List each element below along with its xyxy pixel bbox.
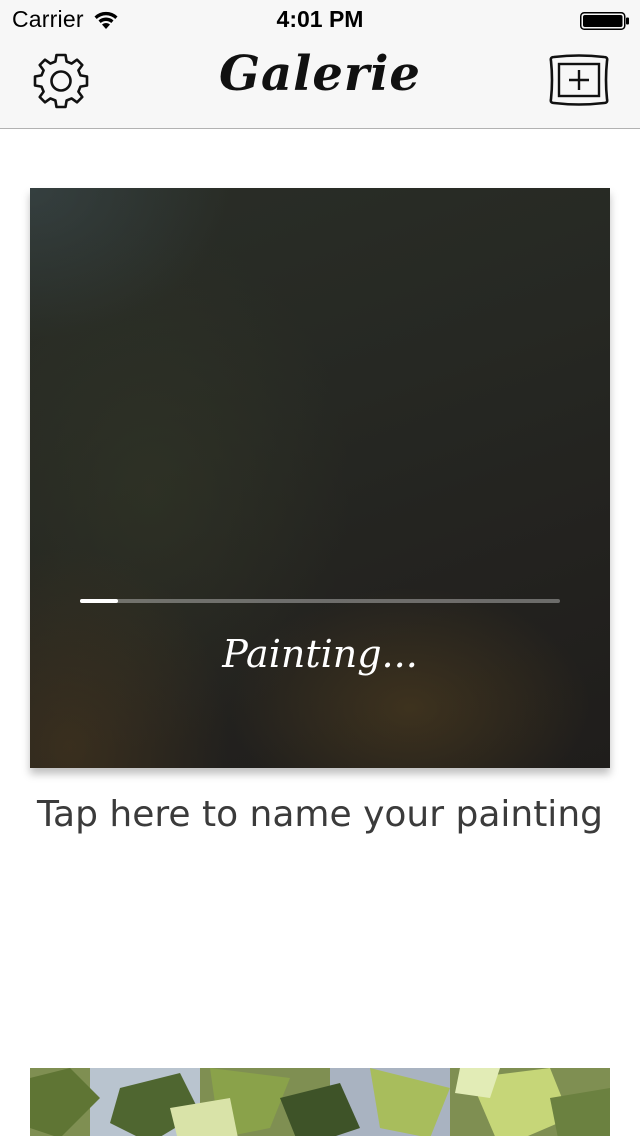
painting-progress-fill [80, 599, 119, 603]
painting-progress-bar [80, 599, 560, 603]
battery-icon [580, 12, 630, 30]
status-bar: Carrier 4:01 PM [0, 0, 640, 40]
add-frame-icon [548, 53, 610, 111]
next-painting-preview[interactable] [30, 1068, 610, 1136]
painting-thumbnail-image [30, 1068, 610, 1136]
painting-canvas[interactable]: Painting... [30, 188, 610, 768]
name-painting-prompt[interactable]: Tap here to name your painting [0, 794, 640, 835]
navigation-bar: Galerie [0, 40, 640, 129]
app-title: Galerie [219, 46, 421, 102]
add-painting-button[interactable] [546, 52, 612, 112]
status-time: 4:01 PM [276, 6, 364, 32]
screen: Carrier 4:01 PM Galerie Painting... Tap … [0, 0, 640, 1136]
painting-status-label: Painting... [222, 632, 418, 676]
